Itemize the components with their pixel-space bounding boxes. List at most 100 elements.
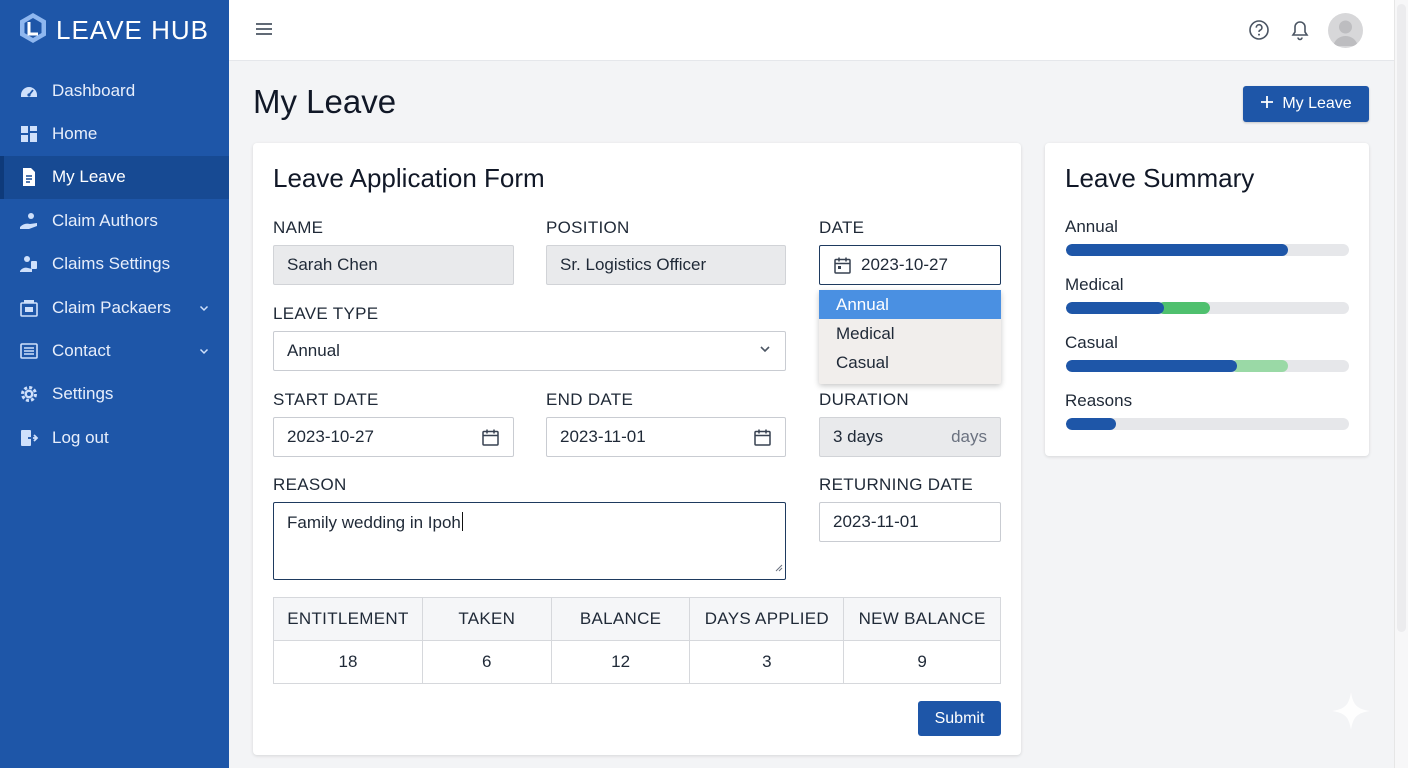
date-field[interactable]: 2023-10-27 [819, 245, 1001, 285]
table-header-cell: NEW BALANCE [843, 597, 1001, 641]
resize-handle-icon[interactable] [774, 557, 783, 577]
start-date-value: 2023-10-27 [287, 427, 374, 446]
name-label: NAME [273, 218, 324, 237]
sidebar-item-claim-authors[interactable]: Claim Authors [0, 199, 229, 242]
returning-date-value: 2023-11-01 [833, 512, 919, 531]
progress-segment [1066, 360, 1238, 372]
sidebar-item-dashboard[interactable]: Dashboard [0, 69, 229, 112]
reason-value: Family wedding in Ipoh [287, 513, 461, 532]
sidebar-item-label: Log out [52, 427, 109, 447]
duration-suffix: days [951, 427, 987, 446]
summary-progress-bar [1066, 360, 1349, 372]
chevron-down-icon [758, 341, 772, 361]
progress-segment [1231, 360, 1289, 372]
calendar-icon[interactable] [480, 427, 500, 447]
start-date-field[interactable]: 2023-10-27 [273, 417, 514, 457]
sidebar-item-my-leave[interactable]: My Leave [0, 155, 229, 200]
leave-type-value: Annual [287, 341, 340, 360]
leave-type-label: LEAVE TYPE [273, 304, 379, 323]
progress-segment [1066, 302, 1164, 314]
sidebar-item-label: Home [52, 124, 98, 144]
name-field: Sarah Chen [273, 245, 514, 285]
summary-label-casual: Casual [1065, 333, 1118, 352]
duration-label: DURATION [819, 390, 909, 409]
dashboard-icon [18, 80, 40, 102]
dropdown-option-annual[interactable]: Annual [819, 290, 1001, 320]
document-icon [18, 166, 40, 188]
summary-label-reasons: Reasons [1065, 391, 1133, 410]
summary-label-medical: Medical [1065, 275, 1124, 294]
new-leave-button-label: My Leave [1282, 95, 1352, 112]
sidebar-item-claim-packaers[interactable]: Claim Packaers [0, 286, 229, 329]
scrollbar[interactable] [1394, 0, 1408, 768]
summary-title: Leave Summary [1065, 163, 1255, 193]
summary-label-annual: Annual [1065, 217, 1118, 236]
dropdown-option-casual[interactable]: Casual [819, 349, 1001, 378]
leave-type-dropdown: Annual Medical Casual [819, 290, 1001, 384]
plus-icon [1260, 95, 1274, 114]
grid-icon [18, 123, 40, 145]
table-cell: 6 [421, 640, 552, 684]
chevron-down-icon[interactable] [197, 301, 211, 315]
text-caret [461, 512, 463, 531]
position-value: Sr. Logistics Officer [560, 255, 707, 274]
sidebar-item-home[interactable]: Home [0, 112, 229, 155]
returning-date-field[interactable]: 2023-11-01 [819, 502, 1001, 542]
position-field: Sr. Logistics Officer [546, 245, 786, 285]
dropdown-option-medical[interactable]: Medical [819, 319, 1001, 348]
scrollbar-thumb[interactable] [1397, 4, 1406, 632]
leave-type-select[interactable]: Annual [273, 331, 786, 371]
progress-segment [1066, 418, 1116, 430]
returning-date-label: RETURNING DATE [819, 475, 974, 494]
table-cell: 3 [689, 640, 845, 684]
progress-segment [1066, 244, 1289, 256]
page-title: My Leave [253, 83, 397, 120]
sparkle-icon [1330, 690, 1372, 737]
sidebar-item-log-out[interactable]: Log out [0, 416, 229, 459]
leave-balance-table: ENTITLEMENT TAKEN BALANCE DAYS APPLIED NEW B… [273, 597, 1001, 684]
user-hand-icon [18, 210, 40, 232]
reason-label: REASON [273, 475, 347, 494]
sidebar-item-label: Dashboard [52, 80, 136, 100]
table-header-cell: DAYS APPLIED [689, 597, 845, 641]
sidebar-item-label: Claim Authors [52, 210, 158, 230]
sidebar-nav: Dashboard Home My Leave Claim Authors Claims… [0, 69, 229, 460]
contact-list-icon [18, 340, 40, 362]
progress-segment [1157, 302, 1211, 314]
table-header-cell: TAKEN [421, 597, 552, 641]
summary-progress-bar [1066, 418, 1349, 430]
new-leave-button[interactable]: My Leave [1243, 86, 1369, 122]
sidebar-item-label: Claim Packaers [52, 297, 172, 317]
position-label: POSITION [546, 218, 630, 237]
submit-button[interactable]: Submit [918, 701, 1001, 736]
calendar-icon[interactable] [752, 427, 772, 447]
sidebar-item-settings[interactable]: Settings [0, 373, 229, 416]
help-icon[interactable] [1248, 19, 1270, 46]
logout-icon [18, 427, 40, 449]
reason-textarea[interactable]: Family wedding in Ipoh [273, 502, 786, 580]
brand[interactable]: LEAVE HUB [0, 0, 229, 60]
sidebar-item-claims-settings[interactable]: Claims Settings [0, 243, 229, 286]
gear-icon [18, 383, 40, 405]
bell-icon[interactable] [1290, 19, 1310, 46]
sidebar-item-contact[interactable]: Contact [0, 329, 229, 372]
chevron-down-icon[interactable] [197, 344, 211, 358]
summary-progress-bar [1066, 302, 1349, 314]
menu-icon[interactable] [253, 18, 275, 40]
end-date-value: 2023-11-01 [560, 427, 646, 446]
app-name: LEAVE HUB [56, 14, 210, 45]
table-cell: 9 [843, 640, 1001, 684]
name-value: Sarah Chen [287, 255, 378, 274]
avatar[interactable] [1328, 13, 1363, 48]
claims-icon [18, 253, 40, 275]
sidebar-item-label: Contact [52, 341, 111, 361]
sidebar-item-label: Settings [52, 384, 114, 404]
end-date-field[interactable]: 2023-11-01 [546, 417, 786, 457]
start-date-label: START DATE [273, 390, 379, 409]
logo-icon [18, 12, 48, 49]
sidebar-item-label: My Leave [52, 167, 126, 187]
sidebar-item-label: Claims Settings [52, 254, 171, 274]
calendar-icon[interactable] [832, 255, 852, 275]
package-icon [18, 297, 40, 319]
sidebar: LEAVE HUB Dashboard Home My Leave Claim Aut… [0, 0, 229, 768]
